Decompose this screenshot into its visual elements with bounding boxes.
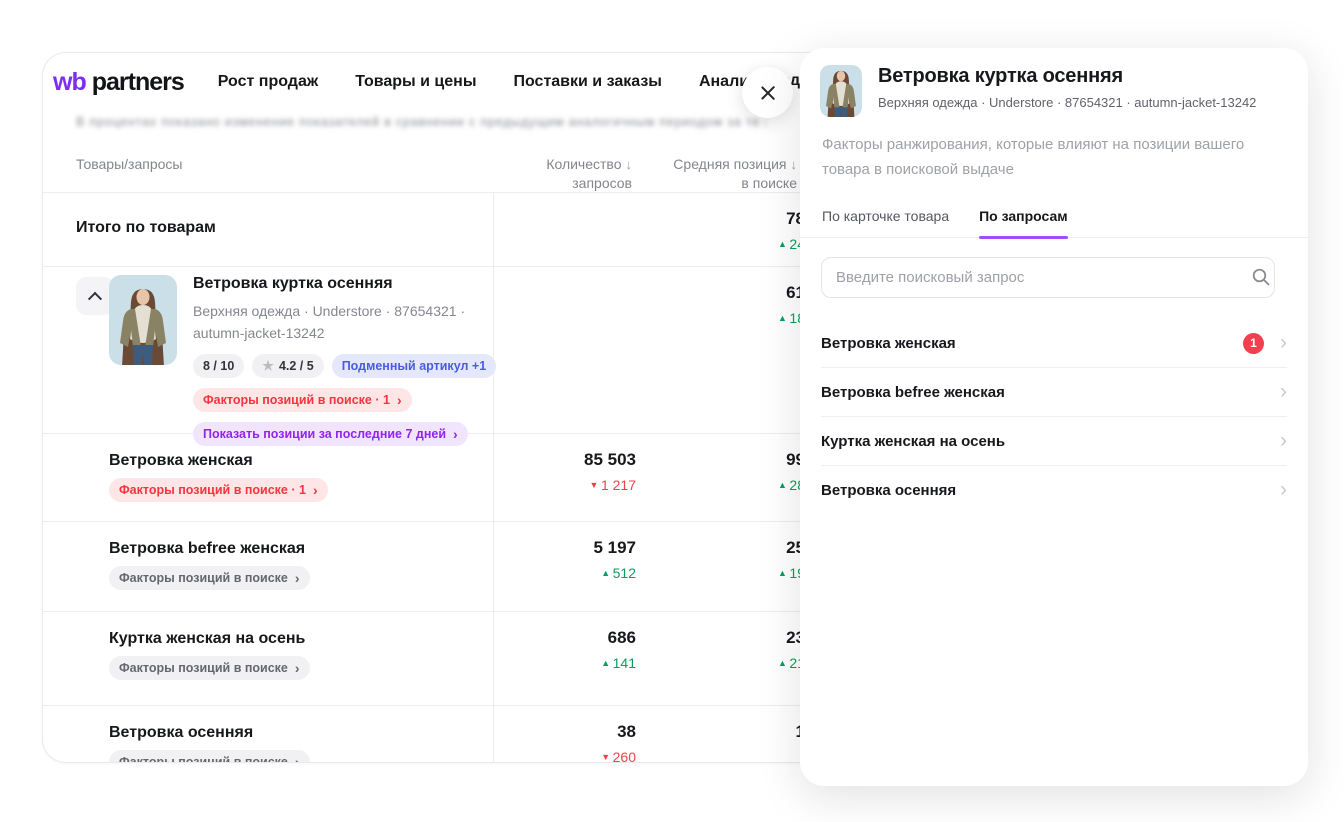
logo-wb-text: wb	[53, 68, 86, 97]
query-list-item[interactable]: Ветровка женская 1 ›	[821, 319, 1287, 368]
star-icon: ★	[262, 358, 274, 374]
panel-product-title: Ветровка куртка осенняя	[878, 65, 1286, 88]
query-count-delta: 141	[476, 655, 636, 671]
avg-position-delta: 19	[645, 565, 805, 581]
query-list-item[interactable]: Куртка женская на осень ›	[821, 417, 1287, 466]
chevron-right-icon: ›	[1280, 381, 1287, 402]
app-window: wb partners Рост продаж Товары и цены По…	[0, 0, 1344, 822]
search-position-factors-link[interactable]: Факторы позиций в поиске · 1›	[109, 478, 328, 502]
nav-item-goods-prices[interactable]: Товары и цены	[355, 73, 476, 91]
chevron-up-icon	[88, 292, 102, 306]
product-title[interactable]: Ветровка куртка осенняя	[193, 275, 493, 293]
query-title: Ветровка женская	[109, 452, 253, 470]
chevron-right-icon: ›	[1280, 479, 1287, 500]
query-list-item[interactable]: Ветровка осенняя ›	[821, 466, 1287, 515]
alert-count-badge: 1	[1243, 333, 1264, 354]
wb-partners-logo[interactable]: wb partners	[53, 68, 184, 97]
chevron-right-icon: ›	[295, 661, 300, 675]
query-count-delta: 1 217	[476, 477, 636, 493]
column-header-products-queries: Товары/запросы	[76, 155, 182, 174]
rating-badge: ★4.2 / 5	[252, 354, 323, 378]
chevron-right-icon: ›	[1280, 332, 1287, 353]
sort-down-icon: ↓	[791, 157, 798, 172]
product-avg-position-cell: 61 18	[645, 283, 805, 326]
search-wrap	[821, 257, 1286, 298]
avg-position-cell: 1	[645, 722, 805, 749]
chevron-right-icon: ›	[295, 755, 300, 763]
logo-partners-text: partners	[92, 68, 184, 97]
product-factors-row: Факторы позиций в поиске · 1›	[193, 388, 493, 412]
substituted-article-badge[interactable]: Подменный артикул +1	[332, 354, 496, 378]
avg-position-delta: 21	[645, 655, 805, 671]
search-position-factors-link[interactable]: Факторы позиций в поиске›	[109, 750, 310, 763]
search-position-factors-link[interactable]: Факторы позиций в поиске · 1›	[193, 388, 412, 412]
nav-menu: Рост продаж Товары и цены Поставки и зак…	[218, 73, 784, 91]
chevron-right-icon: ›	[397, 393, 402, 407]
nav-item-supplies-orders[interactable]: Поставки и заказы	[513, 73, 661, 91]
avg-position-cell: 99 28	[645, 450, 805, 493]
chevron-right-icon: ›	[1280, 430, 1287, 451]
panel-description: Факторы ранжирования, которые влияют на …	[800, 132, 1308, 182]
query-count-delta: 512	[476, 565, 636, 581]
close-panel-button[interactable]	[742, 67, 793, 118]
query-title: Ветровка осенняя	[109, 724, 253, 742]
search-position-factors-link[interactable]: Факторы позиций в поиске›	[109, 566, 310, 590]
search-icon	[1252, 268, 1270, 286]
search-position-factors-link[interactable]: Факторы позиций в поиске›	[109, 656, 310, 680]
chevron-right-icon: ›	[313, 483, 318, 497]
product-avg-delta: 18	[645, 310, 805, 326]
product-stats: 8 / 10 ★4.2 / 5 Подменный артикул +1	[193, 354, 493, 378]
query-list-item[interactable]: Ветровка befree женская ›	[821, 368, 1287, 417]
panel-product-subtitle: Верхняя одежда · Understore · 87654321 ·…	[878, 95, 1286, 110]
avg-position-cell: 23 21	[645, 628, 805, 671]
product-photo[interactable]	[109, 275, 177, 365]
tab-by-product-card[interactable]: По карточке товара	[822, 208, 949, 237]
column-header-avg-position[interactable]: Средняя позиция↓ в поиске	[673, 155, 797, 193]
avg-position-delta: 28	[645, 477, 805, 493]
totals-avg-position-cell: 78 24	[645, 209, 805, 252]
query-count-cell: 38 260	[476, 722, 636, 763]
query-count-cell: 686 141	[476, 628, 636, 671]
query-title: Куртка женская на осень	[109, 630, 305, 648]
tab-by-queries[interactable]: По запросам	[979, 208, 1068, 237]
blurred-note: В процентах показано изменение показател…	[76, 115, 766, 129]
sort-down-icon: ↓	[626, 157, 633, 172]
close-icon	[759, 84, 777, 102]
search-query-input[interactable]	[821, 257, 1275, 298]
totals-label: Итого по товарам	[76, 219, 216, 237]
panel-header: Ветровка куртка осенняя Верхняя одежда ·…	[800, 48, 1308, 110]
ranking-factors-panel: Ветровка куртка осенняя Верхняя одежда ·…	[800, 48, 1308, 786]
product-subtitle: Верхняя одежда · Understore · 87654321 ·…	[193, 300, 493, 345]
query-count-delta: 260	[476, 749, 636, 763]
query-list: Ветровка женская 1 › Ветровка befree жен…	[821, 319, 1287, 515]
query-count-cell: 85 503 1 217	[476, 450, 636, 493]
totals-avg-delta: 24	[645, 236, 805, 252]
query-count-cell: 5 197 512	[476, 538, 636, 581]
panel-tabs: По карточке товара По запросам	[800, 208, 1308, 238]
avg-position-cell: 25 19	[645, 538, 805, 581]
content-score-badge: 8 / 10	[193, 354, 244, 378]
product-thumbnail	[820, 65, 862, 117]
chevron-right-icon: ›	[295, 571, 300, 585]
query-title: Ветровка befree женская	[109, 540, 305, 558]
column-header-query-count[interactable]: Количество↓ запросов	[546, 155, 632, 193]
product-info: Ветровка куртка осенняя Верхняя одежда ·…	[193, 275, 493, 446]
nav-item-sales-growth[interactable]: Рост продаж	[218, 73, 318, 91]
